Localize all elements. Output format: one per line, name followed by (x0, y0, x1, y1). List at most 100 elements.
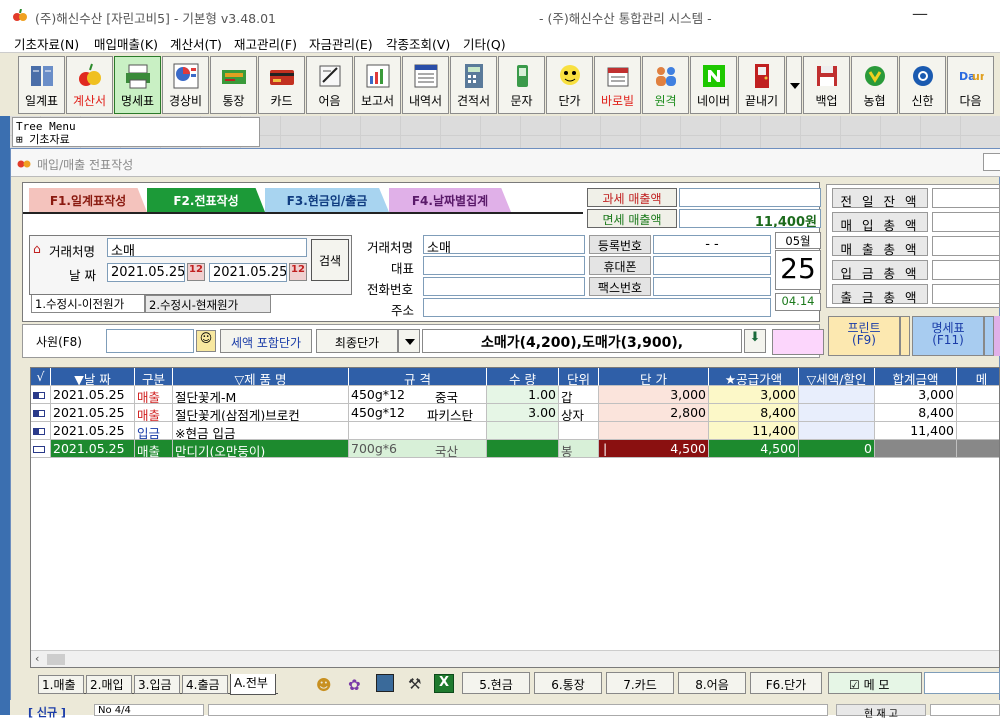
menu-etc[interactable]: 기타(Q) (463, 34, 506, 53)
subtab-prev-cost[interactable]: 1.수정시-이전원가 (31, 295, 145, 313)
menu-inquiry[interactable]: 각종조회(V) (386, 34, 450, 53)
grid-col-check[interactable]: √ (31, 368, 51, 386)
grid-col-product[interactable]: ▽제 품 명 (173, 368, 349, 386)
toolbar-nonghyup-button[interactable]: 농협 (851, 56, 898, 114)
toolbar-bankbook-button[interactable]: 통장 (210, 56, 257, 114)
print-button[interactable]: 프린트 (F9) (828, 316, 900, 356)
table-row[interactable]: 2021.05.25 매출 절단꽃게(삼점게)브로컨 450g*12 파키스탄 3… (31, 404, 999, 422)
grid-col-tax[interactable]: ▽세액/할인 (799, 368, 875, 386)
toolbar-estimate-button[interactable]: 견적서 (450, 56, 497, 114)
calendar-from-icon[interactable]: 12 (187, 263, 205, 281)
date-to-input[interactable]: 2021.05.25 (209, 263, 287, 282)
minimize-button[interactable]: — (912, 4, 928, 23)
tree-menu[interactable]: Tree Menu ⊞ 기초자료 (12, 117, 260, 147)
toolbar-card-button[interactable]: 카드 (258, 56, 305, 114)
toolbar-statement-button[interactable]: 명세표 (114, 56, 161, 114)
memo-checkbox[interactable]: ☑ 메 모 (828, 672, 922, 694)
toolbar-remote-button[interactable]: 원격 (642, 56, 689, 114)
staff-input[interactable] (106, 329, 194, 353)
toolbar-invoice-button[interactable]: 계산서 (66, 56, 113, 114)
daum-icon: Daum (959, 70, 984, 83)
mask-icon[interactable]: ☻ (316, 676, 332, 694)
mobile-field[interactable] (653, 256, 771, 275)
subtab-current-cost[interactable]: 2.수정시-현재원가 (145, 295, 271, 313)
toolbar-more-dropdown[interactable] (786, 56, 802, 114)
toolbar-daily-button[interactable]: 일계표 (18, 56, 65, 114)
toolbar-bill-button[interactable]: 어음 (306, 56, 353, 114)
toolbar-exit-button[interactable]: 끝내기 (738, 56, 785, 114)
unit-price-button[interactable]: F6.단가 (750, 672, 822, 694)
toolbar-expense-button[interactable]: 경상비 (162, 56, 209, 114)
bankbook-button[interactable]: 6.통장 (534, 672, 602, 694)
tab-deposit[interactable]: 3.입금 (134, 675, 180, 694)
statement-dropdown[interactable] (984, 316, 994, 356)
toolbar-sms-button[interactable]: 문자 (498, 56, 545, 114)
toolbar-report-button[interactable]: 보고서 (354, 56, 401, 114)
toolbar-shinhan-button[interactable]: 신한 (899, 56, 946, 114)
toolbar-barobill-button[interactable]: 바로빌 (594, 56, 641, 114)
grid-col-unit[interactable]: 단위 (559, 368, 599, 386)
scroll-left-icon[interactable]: ‹ (35, 652, 39, 665)
menu-funds[interactable]: 자금관리(E) (309, 34, 373, 53)
tab-f1-daily[interactable]: F1.일계표작성 (29, 188, 147, 212)
grid-col-price[interactable]: 단 가 (599, 368, 709, 386)
print-dropdown[interactable] (900, 316, 910, 356)
grid-col-spec[interactable]: 규 격 (349, 368, 487, 386)
menu-invoice[interactable]: 계산서(T) (170, 34, 222, 53)
statement-button[interactable]: 명세표 (F11) (912, 316, 984, 356)
fax-field[interactable] (653, 277, 771, 296)
grid-col-total[interactable]: 합계금액 (875, 368, 957, 386)
scroll-thumb[interactable] (47, 654, 65, 665)
card-button[interactable]: 7.카드 (606, 672, 674, 694)
table-row-selected[interactable]: 2021.05.25 매출 만디기(오만둥이) 700g*6 국산 봉 | 4,50… (31, 440, 999, 458)
staff-search-icon[interactable]: ☺ (196, 330, 216, 352)
grid-col-supply[interactable]: ★공급가액 (709, 368, 799, 386)
grid-col-memo[interactable]: 메 (957, 368, 999, 386)
address-field[interactable] (423, 298, 771, 317)
calculator-small-icon[interactable] (376, 674, 394, 692)
rep-field[interactable] (423, 256, 585, 275)
last-price-dropdown[interactable] (398, 329, 420, 353)
client-name-field[interactable]: 소매 (423, 235, 585, 254)
tree-item-basic[interactable]: ⊞ 기초자료 (16, 131, 256, 147)
window-minimize-button[interactable] (983, 153, 1000, 171)
arrow-down-icon[interactable]: ⬇ (744, 329, 766, 353)
toolbar-daum-button[interactable]: Daum 다음 (947, 56, 994, 114)
menu-purchase-sales[interactable]: 매입매출(K) (94, 34, 158, 53)
tab-all[interactable]: A.전부 (230, 674, 276, 695)
grid-col-qty[interactable]: 수 량 (487, 368, 559, 386)
search-button[interactable]: 검색 (311, 239, 349, 281)
table-row[interactable]: 2021.05.25 매출 절단꽃게-M 450g*12 중국 1.00 갑 3,… (31, 386, 999, 404)
reg-no-field[interactable]: - - (653, 235, 771, 254)
price-edit-field[interactable]: | 4,500 (599, 440, 709, 458)
toolbar-unitprice-button[interactable]: 단가 (546, 56, 593, 114)
tab-purchase[interactable]: 2.매입 (86, 675, 132, 694)
toolbar-naver-button[interactable]: 네이버 (690, 56, 737, 114)
bill-button[interactable]: 8.어음 (678, 672, 746, 694)
voucher-grid[interactable]: √ ▼날 짜 구분 ▽제 품 명 규 격 수 량 단위 단 가 ★공급가액 ▽세… (30, 367, 1000, 668)
grid-col-date[interactable]: ▼날 짜 (51, 368, 135, 386)
tab-withdraw[interactable]: 4.출금 (182, 675, 228, 694)
table-row[interactable]: 2021.05.25 입금 ※현금 입금 11,400 11,400 (31, 422, 999, 440)
vat-included-button[interactable]: 세액 포함단가 (220, 329, 312, 353)
toolbar-backup-button[interactable]: 백업 (803, 56, 850, 114)
menu-basic[interactable]: 기초자료(N) (14, 34, 79, 53)
tab-f2-voucher[interactable]: F2.전표작성 (147, 188, 265, 212)
grid-col-type[interactable]: 구분 (135, 368, 173, 386)
grape-icon[interactable]: ✿ (348, 676, 361, 694)
toolbar-detail-button[interactable]: 내역서 (402, 56, 449, 114)
date-from-input[interactable]: 2021.05.25 (107, 263, 185, 282)
excel-icon[interactable]: X (434, 674, 454, 693)
phone-field[interactable] (423, 277, 585, 296)
menu-inventory[interactable]: 재고관리(F) (234, 34, 297, 53)
tab-f3-cash[interactable]: F3.현금입/출금 (265, 188, 389, 212)
tab-f4-summary[interactable]: F4.날짜별집계 (389, 188, 511, 212)
memo-input[interactable] (924, 672, 1000, 694)
grid-horizontal-scrollbar[interactable]: ‹ (31, 650, 999, 667)
client-search-input[interactable]: 소매 (107, 238, 307, 257)
tools-icon[interactable]: ⚒ (408, 675, 421, 693)
calendar-to-icon[interactable]: 12 (289, 263, 307, 281)
tab-sales[interactable]: 1.매출 (38, 675, 84, 694)
cash-button[interactable]: 5.현금 (462, 672, 530, 694)
extra-button-edge[interactable] (994, 316, 1000, 356)
